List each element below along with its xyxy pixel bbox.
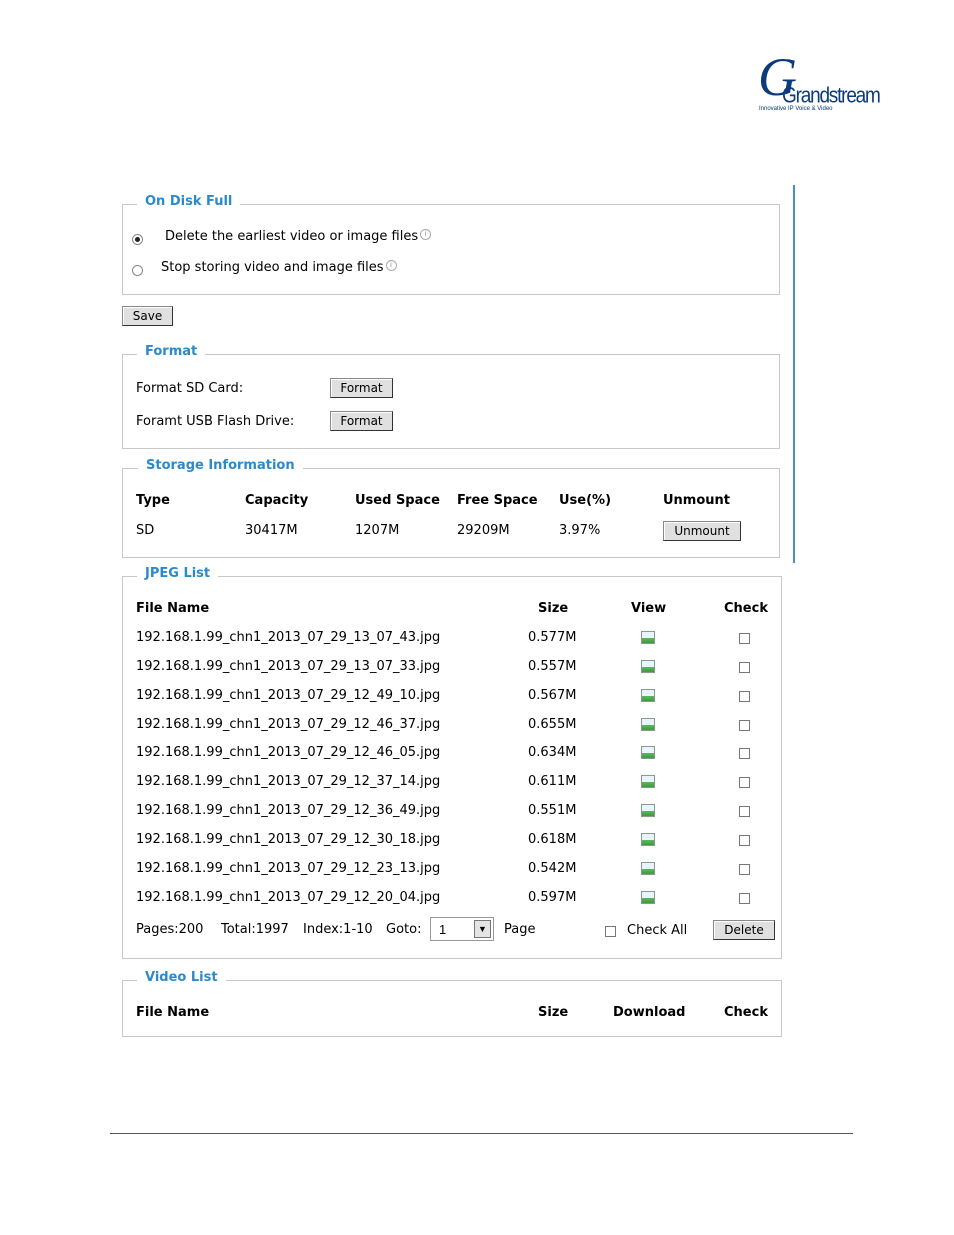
col-header-check: Check [724, 1005, 768, 1020]
section-legend: JPEG List [137, 566, 219, 581]
jpeg-file-name: 192.168.1.99_chn1_2013_07_29_12_20_04.jp… [136, 889, 441, 905]
col-header-check: Check [724, 601, 768, 616]
jpeg-row-checkbox[interactable] [739, 748, 750, 760]
format-section: Format Format SD Card: Format Foramt USB… [122, 344, 780, 449]
col-header-capacity: Capacity [245, 493, 309, 508]
save-button[interactable]: Save [122, 306, 173, 326]
format-sd-button[interactable]: Format [330, 378, 393, 398]
pager-total: Total:1997 [221, 922, 289, 937]
jpeg-file-name: 192.168.1.99_chn1_2013_07_29_12_49_10.jp… [136, 687, 441, 703]
col-header-size: Size [538, 1005, 569, 1020]
col-header-file-name: File Name [136, 1005, 210, 1020]
jpeg-file-name: 192.168.1.99_chn1_2013_07_29_12_46_37.jp… [136, 716, 441, 732]
view-image-icon[interactable] [641, 659, 655, 673]
jpeg-file-name: 192.168.1.99_chn1_2013_07_29_12_37_14.jp… [136, 774, 441, 790]
goto-page-value: 1 [439, 922, 447, 937]
storage-free: 29209M [457, 523, 510, 538]
col-header-unmount: Unmount [663, 493, 731, 508]
video-list-section: Video List File Name Size Download Check [122, 970, 782, 1037]
col-header-download: Download [613, 1005, 686, 1020]
storage-information-section: Storage Information Type Capacity Used S… [122, 458, 780, 558]
check-all-checkbox[interactable] [605, 926, 616, 937]
view-image-icon[interactable] [641, 832, 655, 846]
jpeg-file-size: 0.597M [528, 889, 577, 905]
radio-label-delete-earliest: Delete the earliest video or image files… [165, 229, 432, 244]
view-image-icon[interactable] [641, 631, 655, 644]
radio-stop-storing[interactable] [132, 265, 143, 276]
jpeg-row-checkbox[interactable] [739, 834, 750, 846]
jpeg-row-checkbox[interactable] [739, 863, 750, 875]
col-header-size: Size [538, 601, 569, 616]
jpeg-file-size: 0.551M [528, 803, 577, 819]
radio-label-stop-storing: Stop storing video and image files i [161, 260, 397, 275]
pager-index: Index:1-10 [303, 922, 373, 937]
section-legend: Video List [137, 970, 226, 985]
view-image-icon[interactable] [641, 717, 655, 731]
footer-rule [110, 1133, 853, 1134]
jpeg-row-checkbox[interactable] [739, 690, 750, 702]
jpeg-file-size: 0.542M [528, 860, 577, 876]
jpeg-file-size: 0.618M [528, 831, 577, 847]
jpeg-row-checkbox[interactable] [739, 892, 750, 904]
storage-capacity: 30417M [245, 523, 298, 538]
section-legend: Format [137, 344, 206, 359]
col-header-view: View [631, 601, 667, 616]
jpeg-list-section: JPEG List File Name Size View Check 192.… [122, 566, 782, 959]
unmount-button[interactable]: Unmount [663, 521, 741, 541]
dropdown-arrow-icon[interactable]: ▼ [474, 920, 491, 938]
radio-delete-earliest[interactable] [132, 234, 143, 245]
jpeg-file-name: 192.168.1.99_chn1_2013_07_29_13_07_43.jp… [136, 630, 441, 645]
col-header-file-name: File Name [136, 601, 210, 616]
jpeg-file-name: 192.168.1.99_chn1_2013_07_29_13_07_33.jp… [136, 658, 441, 674]
jpeg-file-name: 192.168.1.99_chn1_2013_07_29_12_36_49.jp… [136, 803, 441, 819]
col-header-type: Type [136, 493, 170, 508]
storage-type: SD [136, 523, 155, 538]
view-image-icon[interactable] [641, 688, 655, 702]
jpeg-file-name: 192.168.1.99_chn1_2013_07_29_12_46_05.jp… [136, 745, 441, 761]
jpeg-file-size: 0.634M [528, 745, 577, 761]
col-header-free-space: Free Space [457, 493, 538, 508]
jpeg-file-name: 192.168.1.99_chn1_2013_07_29_12_30_18.jp… [136, 831, 441, 847]
info-icon[interactable]: i [385, 260, 397, 271]
jpeg-file-size: 0.567M [528, 687, 577, 703]
pager-goto-label: Goto: [386, 922, 422, 937]
section-legend: Storage Information [138, 458, 303, 473]
view-image-icon[interactable] [641, 804, 655, 818]
jpeg-row-checkbox[interactable] [739, 661, 750, 673]
jpeg-row-checkbox[interactable] [739, 806, 750, 818]
format-usb-label: Foramt USB Flash Drive: [136, 414, 295, 429]
storage-use-pct: 3.97% [559, 523, 601, 538]
jpeg-row-checkbox[interactable] [739, 719, 750, 731]
jpeg-file-name: 192.168.1.99_chn1_2013_07_29_12_23_13.jp… [136, 860, 441, 876]
format-sd-label: Format SD Card: [136, 381, 244, 396]
format-usb-button[interactable]: Format [330, 411, 393, 431]
col-header-used-space: Used Space [355, 493, 440, 508]
view-image-icon[interactable] [641, 861, 655, 875]
view-image-icon[interactable] [641, 890, 655, 904]
storage-used: 1207M [355, 523, 400, 538]
check-all-label: Check All [627, 923, 688, 938]
jpeg-file-size: 0.577M [528, 630, 577, 645]
delete-button[interactable]: Delete [713, 920, 775, 940]
info-icon[interactable]: i [420, 229, 432, 240]
jpeg-row-checkbox[interactable] [739, 633, 750, 644]
view-image-icon[interactable] [641, 746, 655, 760]
section-legend: On Disk Full [137, 194, 241, 209]
logo-tagline: Innovative IP Voice & Video [759, 106, 833, 112]
view-image-icon[interactable] [641, 775, 655, 789]
jpeg-file-size: 0.611M [528, 774, 577, 790]
pager-page-label: Page [504, 922, 536, 937]
jpeg-file-size: 0.557M [528, 658, 577, 674]
jpeg-row-checkbox[interactable] [739, 777, 750, 789]
pager-pages: Pages:200 [136, 922, 204, 937]
goto-page-select[interactable]: 1 ▼ [430, 917, 494, 941]
grandstream-logo: G Grandstream Innovative IP Voice & Vide… [758, 47, 881, 112]
col-header-use-pct: Use(%) [559, 493, 612, 508]
jpeg-file-size: 0.655M [528, 716, 577, 732]
page-divider-vertical [793, 185, 795, 563]
on-disk-full-section: On Disk Full Delete the earliest video o… [122, 194, 780, 295]
